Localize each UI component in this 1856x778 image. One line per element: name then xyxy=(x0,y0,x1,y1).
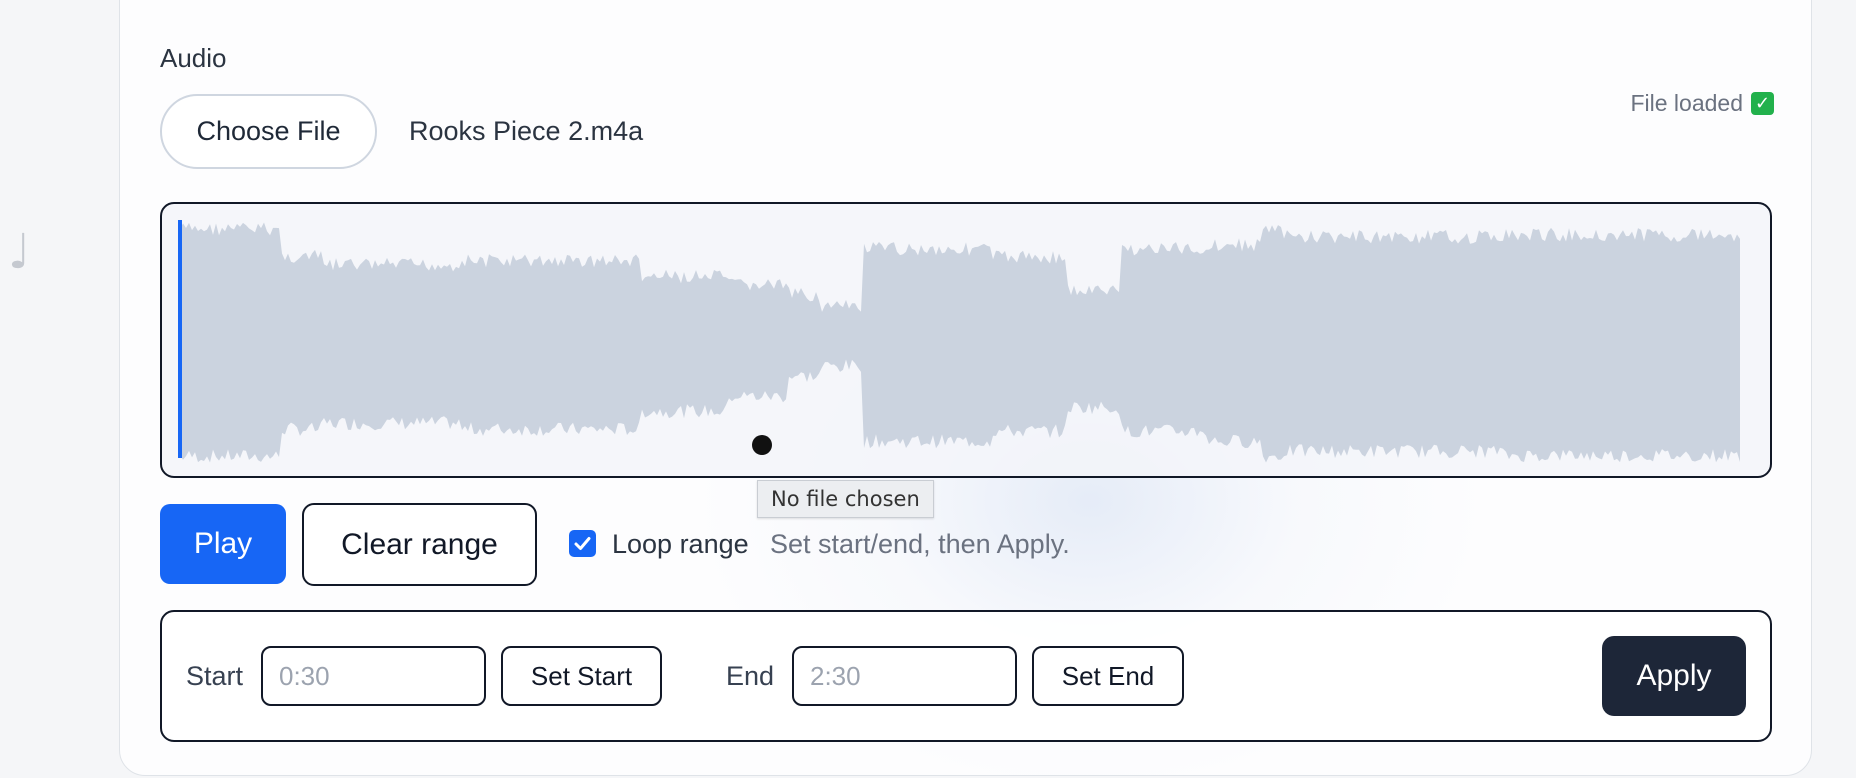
selected-file-name: Rooks Piece 2.m4a xyxy=(409,116,644,146)
end-label: End xyxy=(726,661,775,691)
section-label-audio: Audio xyxy=(160,43,227,73)
music-note-icon: ♩ xyxy=(8,224,31,280)
range-hint-text: Set start/end, then Apply. xyxy=(770,529,1070,559)
loop-range-checkbox[interactable] xyxy=(569,530,596,557)
waveform-shape xyxy=(180,222,1740,463)
play-button[interactable]: Play xyxy=(160,504,286,584)
set-end-button[interactable]: Set End xyxy=(1032,646,1184,706)
playhead-line[interactable] xyxy=(178,220,182,458)
loop-range-label: Loop range xyxy=(612,529,749,559)
check-mark-icon: ✓ xyxy=(1751,92,1774,115)
cursor-dot xyxy=(752,435,772,455)
checkbox-check-icon xyxy=(574,537,591,550)
file-status-text: File loaded xyxy=(1630,90,1743,116)
tooltip: No file chosen xyxy=(757,480,934,518)
apply-button[interactable]: Apply xyxy=(1602,636,1746,716)
start-label: Start xyxy=(186,661,244,691)
file-status: File loaded ✓ xyxy=(1630,90,1774,117)
waveform-graphic xyxy=(178,220,1740,463)
clear-range-button[interactable]: Clear range xyxy=(302,503,537,586)
end-time-input[interactable] xyxy=(792,646,1017,706)
choose-file-button[interactable]: Choose File xyxy=(160,94,377,169)
set-start-button[interactable]: Set Start xyxy=(501,646,662,706)
start-time-input[interactable] xyxy=(261,646,486,706)
waveform-display[interactable] xyxy=(160,202,1772,478)
